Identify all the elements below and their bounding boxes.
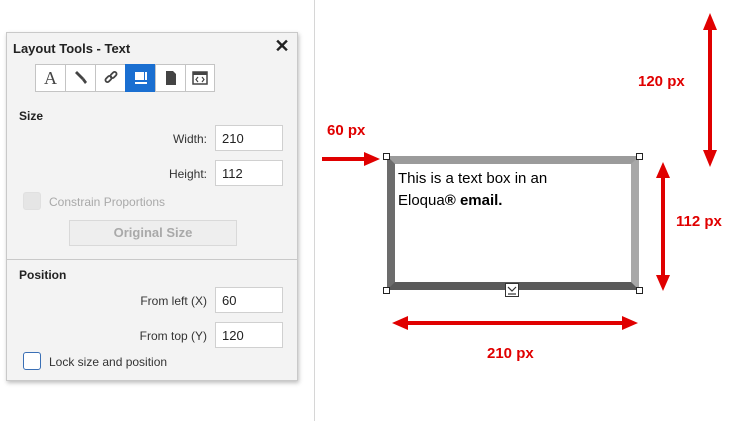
element-anchor-icon[interactable] xyxy=(505,283,519,297)
top-offset-label: 120 px xyxy=(638,73,685,90)
resize-handle-bottom-right[interactable] xyxy=(636,287,643,294)
width-dimension-label: 210 px xyxy=(487,345,534,362)
height-arrow xyxy=(656,162,670,291)
text-box-line-2: Eloqua® email. xyxy=(398,190,628,212)
text-box-line-1: This is a text box in an xyxy=(398,170,548,187)
text-box-brand: Eloqua xyxy=(398,192,445,209)
left-offset-arrow xyxy=(322,152,380,166)
text-box-bold-word: email. xyxy=(459,192,503,209)
text-box-content[interactable]: This is a text box in an Eloqua® email. xyxy=(398,168,628,212)
top-offset-arrow xyxy=(703,13,717,167)
registered-mark: ® xyxy=(444,192,456,209)
resize-handle-top-left[interactable] xyxy=(383,153,390,160)
resize-handle-top-right[interactable] xyxy=(636,153,643,160)
height-dimension-label: 112 px xyxy=(676,213,722,230)
left-offset-label: 60 px xyxy=(327,122,366,139)
width-arrow xyxy=(392,316,638,330)
resize-handle-bottom-left[interactable] xyxy=(383,287,390,294)
